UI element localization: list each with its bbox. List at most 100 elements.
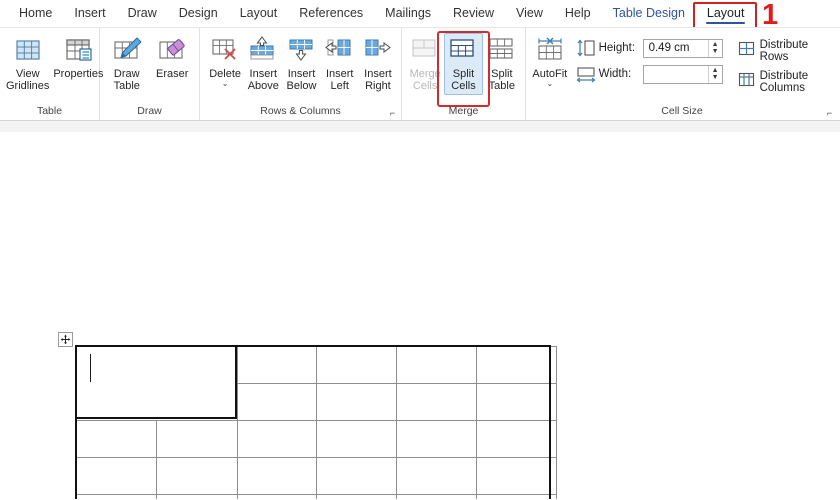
table-cell[interactable]	[156, 420, 238, 458]
tab-label: References	[299, 6, 364, 20]
table-cell[interactable]	[476, 494, 557, 499]
tab-label: Home	[19, 6, 53, 20]
table-cell[interactable]	[396, 457, 477, 495]
distribute-rows-button[interactable]: Distribute Rows	[738, 39, 834, 63]
height-spinner-arrows[interactable]: ▲ ▼	[707, 39, 722, 57]
table-cell[interactable]	[396, 494, 477, 499]
height-label: Height:	[598, 42, 636, 54]
table-cell[interactable]	[316, 457, 397, 495]
tab-mailings[interactable]: Mailings	[374, 2, 442, 25]
document-page	[0, 132, 840, 499]
table-cell[interactable]	[76, 420, 157, 458]
distribute-controls: Distribute Rows Distribute Columns	[731, 33, 834, 94]
table-cell[interactable]	[476, 383, 557, 421]
table-cell[interactable]	[316, 420, 397, 458]
distribute-columns-button[interactable]: Distribute Columns	[738, 70, 834, 94]
table-cell[interactable]	[237, 494, 317, 499]
tab-review[interactable]: Review	[442, 2, 505, 25]
tab-layout[interactable]: Layout	[229, 2, 289, 25]
table-row[interactable]	[76, 346, 557, 421]
table-properties-button[interactable]: Properties	[51, 33, 105, 83]
ribbon-group-table: View Gridlines Properties Table	[0, 28, 103, 120]
height-value[interactable]: 0.49 cm	[644, 40, 708, 57]
tab-label: Table Design	[612, 6, 685, 20]
table-cell[interactable]	[316, 494, 397, 499]
draw-table-button[interactable]: Draw Table	[104, 33, 150, 95]
tab-references[interactable]: References	[288, 2, 374, 25]
width-stepper[interactable]: ▲ ▼	[642, 64, 723, 84]
tab-draw[interactable]: Draw	[117, 2, 168, 25]
table-cell[interactable]	[237, 383, 317, 421]
table-row[interactable]	[76, 494, 557, 499]
eraser-icon	[156, 36, 188, 66]
group-label-merge: Merge	[448, 105, 479, 117]
document-canvas	[0, 121, 840, 499]
tab-home[interactable]: Home	[8, 2, 63, 25]
word-table-container	[58, 332, 557, 499]
insert-right-button[interactable]: Insert Right	[359, 33, 397, 95]
split-cells-label: Split Cells	[451, 68, 476, 92]
table-cell[interactable]	[156, 457, 238, 495]
table-cell[interactable]	[76, 494, 157, 499]
spinner-up-icon[interactable]: ▲	[712, 41, 719, 48]
group-label-draw: Draw	[137, 105, 162, 117]
split-table-button[interactable]: Split Table	[483, 33, 521, 95]
delete-table-icon	[209, 36, 241, 66]
ribbon-tab-bar: Home Insert Draw Design Layout Reference…	[0, 0, 840, 27]
insert-right-label: Insert Right	[364, 68, 392, 92]
ribbon: View Gridlines Properties Table Draw Tab…	[0, 27, 840, 121]
eraser-label: Eraser	[156, 68, 189, 80]
insert-above-button[interactable]: Insert Above	[244, 33, 282, 95]
table-row[interactable]	[76, 420, 557, 458]
active-tab-underline	[705, 21, 746, 24]
table-cell[interactable]	[396, 420, 477, 458]
table-cell[interactable]	[476, 346, 557, 384]
table-cell[interactable]	[237, 457, 317, 495]
dialog-launcher-icon[interactable]: ⌐	[388, 109, 397, 118]
table-cell[interactable]	[156, 494, 238, 499]
group-label-rows-columns: Rows & Columns ⌐	[200, 105, 401, 120]
table-cell[interactable]	[237, 420, 317, 458]
spinner-down-icon[interactable]: ▼	[712, 74, 719, 81]
distribute-rows-label: Distribute Rows	[759, 39, 809, 63]
tab-table-design[interactable]: Table Design	[602, 2, 696, 25]
tab-help[interactable]: Help	[554, 2, 602, 25]
dialog-launcher-icon[interactable]: ⌐	[825, 109, 834, 118]
table-cell-merged[interactable]	[76, 346, 238, 421]
table-row[interactable]	[76, 457, 557, 495]
table-cell[interactable]	[476, 457, 557, 495]
table-cell[interactable]	[316, 346, 397, 384]
autofit-button[interactable]: AutoFit ⌄	[530, 33, 570, 90]
tab-table-layout[interactable]: Layout	[696, 2, 756, 25]
insert-left-button[interactable]: Insert Left	[321, 33, 359, 95]
table-cell[interactable]	[396, 383, 477, 421]
table-move-handle[interactable]	[58, 332, 73, 347]
width-field-row: Width: ▲ ▼	[576, 63, 723, 85]
merge-cells-button[interactable]: Merge Cells	[406, 33, 444, 95]
height-field-row: Height: 0.49 cm ▲ ▼	[576, 37, 723, 59]
split-cells-button[interactable]: Split Cells	[444, 33, 483, 95]
ribbon-group-cell-size: AutoFit ⌄ Height: 0.49 cm ▲ ▼ Width: ▲ ▼…	[526, 28, 838, 120]
view-gridlines-button[interactable]: View Gridlines	[4, 33, 51, 95]
width-spinner-arrows[interactable]: ▲ ▼	[707, 65, 722, 83]
eraser-button[interactable]: Eraser	[150, 33, 196, 83]
tab-label: Layout	[239, 6, 278, 20]
chevron-down-icon[interactable]: ⌄	[222, 80, 229, 88]
word-table[interactable]	[76, 346, 557, 499]
table-cell[interactable]	[396, 346, 477, 384]
tab-design[interactable]: Design	[168, 2, 229, 25]
table-cell[interactable]	[316, 383, 397, 421]
spinner-down-icon[interactable]: ▼	[712, 48, 719, 55]
chevron-down-icon[interactable]: ⌄	[546, 80, 553, 88]
table-cell[interactable]	[76, 457, 157, 495]
tab-view[interactable]: View	[505, 2, 554, 25]
tab-insert[interactable]: Insert	[63, 2, 116, 25]
delete-button[interactable]: Delete ⌄	[206, 33, 244, 90]
insert-below-button[interactable]: Insert Below	[282, 33, 320, 95]
table-cell[interactable]	[476, 420, 557, 458]
height-stepper[interactable]: 0.49 cm ▲ ▼	[642, 38, 723, 58]
spinner-up-icon[interactable]: ▲	[712, 67, 719, 74]
table-cell[interactable]	[237, 346, 317, 384]
tab-label: View	[516, 6, 543, 20]
group-label-cell-size: Cell Size ⌐	[526, 105, 838, 120]
